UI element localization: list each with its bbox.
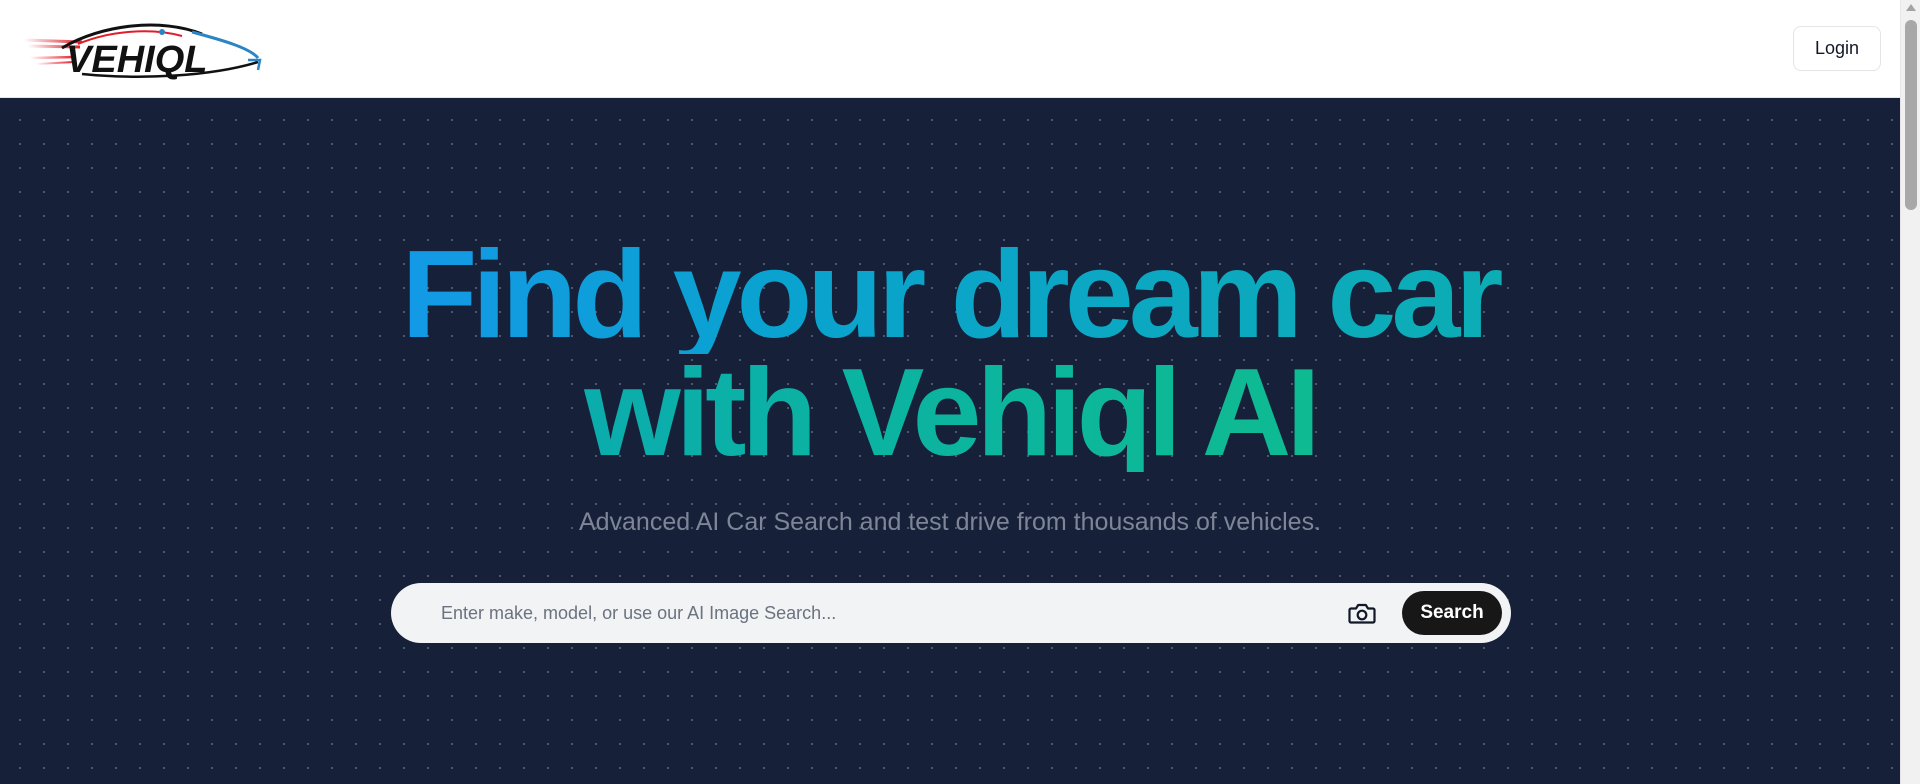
hero-headline: Find your dream car with Vehiql AI bbox=[0, 233, 1900, 475]
vehiql-logo[interactable]: VEHIQL bbox=[22, 18, 262, 80]
search-input[interactable] bbox=[441, 583, 1211, 643]
camera-icon[interactable] bbox=[1346, 597, 1378, 629]
scrollbar-thumb[interactable] bbox=[1905, 20, 1917, 210]
scroll-up-arrow-icon[interactable] bbox=[1906, 4, 1916, 11]
logo-graphic: VEHIQL bbox=[22, 23, 262, 80]
hero-section: Find your dream car with Vehiql AI Advan… bbox=[0, 98, 1900, 784]
search-button[interactable]: Search bbox=[1402, 591, 1502, 635]
page-scrollbar[interactable] bbox=[1900, 0, 1920, 784]
search-bar: Search bbox=[391, 583, 1511, 643]
hero-subtitle: Advanced AI Car Search and test drive fr… bbox=[578, 508, 1322, 536]
site-header: VEHIQL Login bbox=[0, 0, 1900, 98]
headline-line-2: with Vehiql AI bbox=[0, 351, 1900, 475]
headline-line-1: Find your dream car bbox=[0, 233, 1900, 357]
login-button[interactable]: Login bbox=[1793, 26, 1881, 71]
